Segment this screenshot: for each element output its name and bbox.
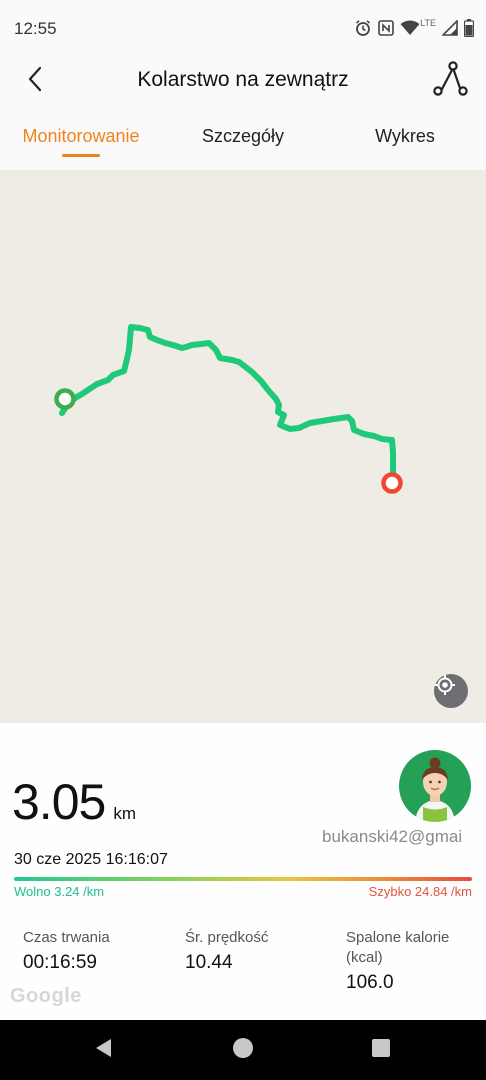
- tab-indicator: [62, 154, 100, 157]
- stat-avg-speed-value: 10.44: [185, 952, 233, 973]
- google-attribution: Google: [10, 985, 82, 1007]
- wifi-icon: [400, 20, 420, 36]
- page-title: Kolarstwo na zewnątrz: [137, 68, 349, 91]
- stat-calories-label: Spalone kalorie (kcal): [346, 929, 450, 966]
- status-bar: 12:55 LTE: [0, 0, 486, 56]
- signal-icon: [442, 20, 458, 36]
- route-map-canvas: [54, 324, 403, 494]
- start-marker: [54, 388, 76, 410]
- tab-chart[interactable]: Wykres: [375, 126, 435, 147]
- network-type: LTE: [420, 18, 436, 28]
- nav-recents-button[interactable]: [369, 1038, 393, 1062]
- end-marker: [381, 472, 403, 494]
- route-map[interactable]: [0, 170, 486, 723]
- distance-unit: km: [113, 804, 136, 823]
- back-triangle-icon: [93, 1037, 115, 1064]
- route-path: [59, 324, 397, 486]
- battery-icon: [464, 19, 474, 37]
- pace-gradient-bar: [14, 877, 472, 881]
- stat-duration-value: 00:16:59: [23, 952, 97, 973]
- distance-value: 3.05: [12, 774, 106, 830]
- tab-bar: Monitorowanie Szczegóły Wykres: [0, 106, 486, 170]
- avatar[interactable]: [399, 750, 471, 822]
- app-header: Kolarstwo na zewnątrz: [0, 56, 486, 106]
- stat-calories-value: 106.0: [346, 972, 394, 993]
- stat-duration: Czas trwania 00:16:59: [23, 928, 110, 974]
- route-button[interactable]: [430, 60, 470, 100]
- tab-monitoring[interactable]: Monitorowanie: [22, 126, 139, 147]
- nfc-icon: [378, 20, 394, 36]
- workout-date: 30 cze 2025 16:16:07: [14, 851, 168, 868]
- stat-avg-speed: Śr. prędkość 10.44: [185, 928, 268, 974]
- nav-back-button[interactable]: [92, 1038, 116, 1062]
- locate-button[interactable]: [434, 674, 468, 708]
- stat-duration-label: Czas trwania: [23, 929, 110, 946]
- distance: 3.05 km: [12, 773, 136, 831]
- username: bukanski42@gmai: [322, 827, 463, 846]
- home-circle-icon: [232, 1037, 254, 1064]
- slow-pace-label: Wolno 3.24 /km: [14, 884, 105, 899]
- user-avatar-icon: [415, 757, 455, 822]
- route-icon: [432, 60, 468, 101]
- nav-bar: [0, 1020, 486, 1080]
- alarm-icon: [354, 19, 372, 37]
- status-icons: LTE: [354, 16, 474, 40]
- recents-square-icon: [371, 1038, 391, 1063]
- tab-details[interactable]: Szczegóły: [202, 126, 284, 147]
- status-time: 12:55: [14, 19, 57, 38]
- fast-pace-label: Szybko 24.84 /km: [368, 884, 472, 899]
- summary-panel: 3.05 km bukanski42@gmai 30 cze 2025 16:1…: [0, 723, 486, 1020]
- stat-calories: Spalone kalorie (kcal) 106.0: [346, 928, 466, 994]
- stat-avg-speed-label: Śr. prędkość: [185, 929, 269, 946]
- nav-home-button[interactable]: [231, 1037, 255, 1064]
